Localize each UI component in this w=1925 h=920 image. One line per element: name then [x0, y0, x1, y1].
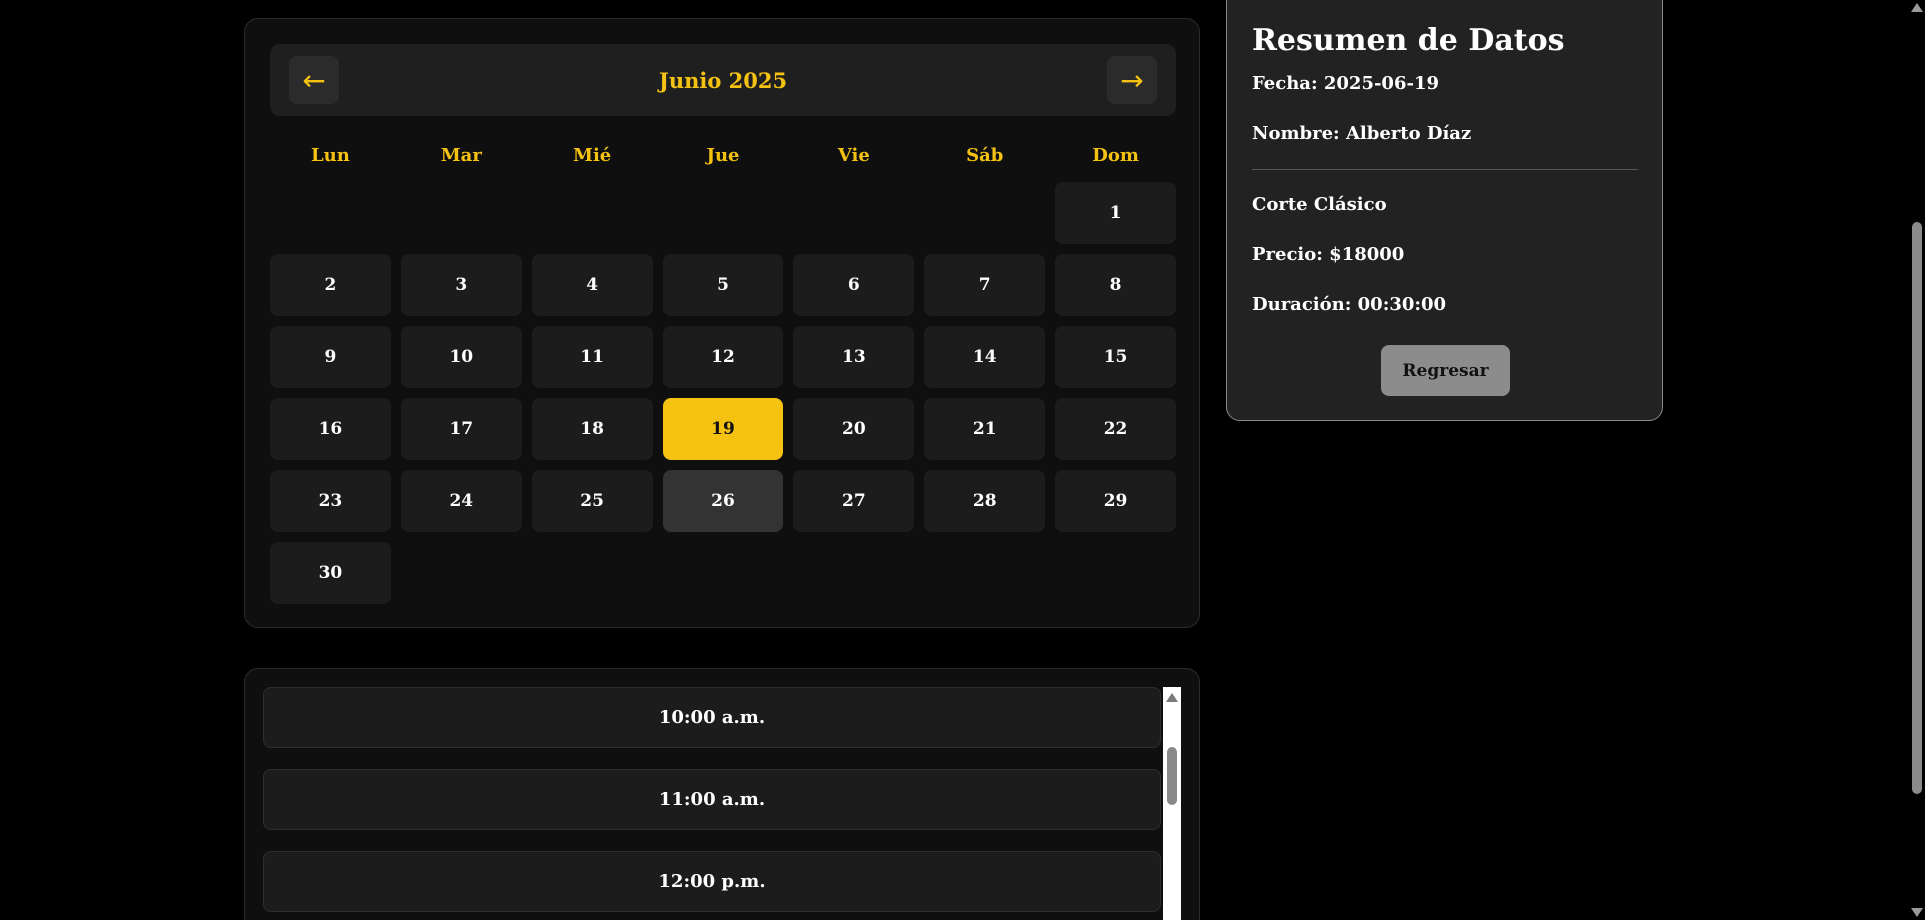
arrow-right-icon: → [1120, 63, 1144, 97]
calendar-day-11[interactable]: 11 [531, 326, 653, 388]
scroll-up-icon[interactable] [1911, 3, 1923, 12]
time-slots-scrollbar[interactable] [1163, 687, 1181, 920]
calendar-day-3[interactable]: 3 [400, 254, 522, 316]
scroll-up-icon[interactable] [1166, 693, 1178, 702]
calendar-days-grid: 1 2 3 4 5 6 7 8 9 10 11 12 13 14 15 16 17 18 19 20 21 22 23 24 2… [270, 182, 1176, 604]
summary-title: Resumen de Datos [1252, 23, 1565, 58]
page-scrollbar[interactable] [1908, 0, 1925, 920]
calendar-day-30[interactable]: 30 [270, 542, 391, 604]
calendar-day-16[interactable]: 16 [270, 398, 391, 460]
calendar-day-24[interactable]: 24 [400, 470, 522, 532]
calendar-day-1[interactable]: 1 [1055, 182, 1176, 244]
next-month-button[interactable]: → [1107, 56, 1157, 104]
calendar-day-20[interactable]: 20 [793, 398, 915, 460]
scroll-down-icon[interactable] [1911, 908, 1923, 917]
summary-divider [1252, 169, 1638, 170]
weekday-label: Vie [837, 145, 870, 166]
summary-date: Fecha: 2025-06-19 [1252, 73, 1440, 94]
weekday-label: Dom [1092, 145, 1139, 166]
page-scrollbar-thumb[interactable] [1912, 222, 1922, 794]
weekday-label: Jue [706, 145, 740, 166]
calendar-day-21[interactable]: 21 [924, 398, 1046, 460]
calendar-day-23[interactable]: 23 [270, 470, 391, 532]
summary-service: Corte Clásico [1252, 194, 1387, 215]
summary-card: Resumen de Datos Fecha: 2025-06-19 Nombr… [1226, 0, 1663, 421]
booking-page: ← Junio 2025 → Lun Mar Mié Jue Vie Sáb D… [0, 0, 1925, 920]
calendar-day-2[interactable]: 2 [270, 254, 391, 316]
calendar-header: ← Junio 2025 → [270, 44, 1176, 116]
calendar-day-10[interactable]: 10 [400, 326, 522, 388]
weekday-label: Sáb [966, 145, 1004, 166]
calendar-day-17[interactable]: 17 [400, 398, 522, 460]
calendar-day-13[interactable]: 13 [793, 326, 915, 388]
scrollbar-thumb[interactable] [1167, 747, 1177, 805]
calendar-day-12[interactable]: 12 [662, 326, 784, 388]
calendar-day-4[interactable]: 4 [531, 254, 653, 316]
weekday-label: Mié [573, 145, 612, 166]
summary-price: Precio: $18000 [1252, 244, 1405, 265]
calendar-day-6[interactable]: 6 [793, 254, 915, 316]
calendar-day-5[interactable]: 5 [662, 254, 784, 316]
time-slot-button[interactable]: 10:00 a.m. [263, 687, 1161, 748]
time-slot-button[interactable]: 12:00 p.m. [263, 851, 1161, 912]
weekday-label: Mar [440, 145, 482, 166]
weekday-header-row: Lun Mar Mié Jue Vie Sáb Dom [270, 145, 1176, 166]
back-button[interactable]: Regresar [1381, 345, 1510, 396]
calendar-day-9[interactable]: 9 [270, 326, 391, 388]
weekday-label: Lun [311, 145, 350, 166]
calendar-day-19[interactable]: 19 [662, 398, 784, 460]
summary-duration: Duración: 00:30:00 [1252, 294, 1447, 315]
calendar-day-28[interactable]: 28 [924, 470, 1046, 532]
calendar-day-22[interactable]: 22 [1055, 398, 1176, 460]
calendar-card: ← Junio 2025 → Lun Mar Mié Jue Vie Sáb D… [244, 18, 1200, 628]
summary-name: Nombre: Alberto Díaz [1252, 123, 1472, 144]
calendar-day-8[interactable]: 8 [1055, 254, 1176, 316]
month-title: Junio 2025 [658, 67, 788, 93]
calendar-day-7[interactable]: 7 [924, 254, 1046, 316]
calendar-day-27[interactable]: 27 [793, 470, 915, 532]
calendar-day-14[interactable]: 14 [924, 326, 1046, 388]
calendar-day-26[interactable]: 26 [662, 470, 784, 532]
calendar-day-15[interactable]: 15 [1055, 326, 1176, 388]
calendar-day-25[interactable]: 25 [531, 470, 653, 532]
time-slot-button[interactable]: 11:00 a.m. [263, 769, 1161, 830]
calendar-day-18[interactable]: 18 [531, 398, 653, 460]
time-slots-card: 10:00 a.m. 11:00 a.m. 12:00 p.m. [244, 668, 1200, 920]
calendar-day-29[interactable]: 29 [1055, 470, 1176, 532]
